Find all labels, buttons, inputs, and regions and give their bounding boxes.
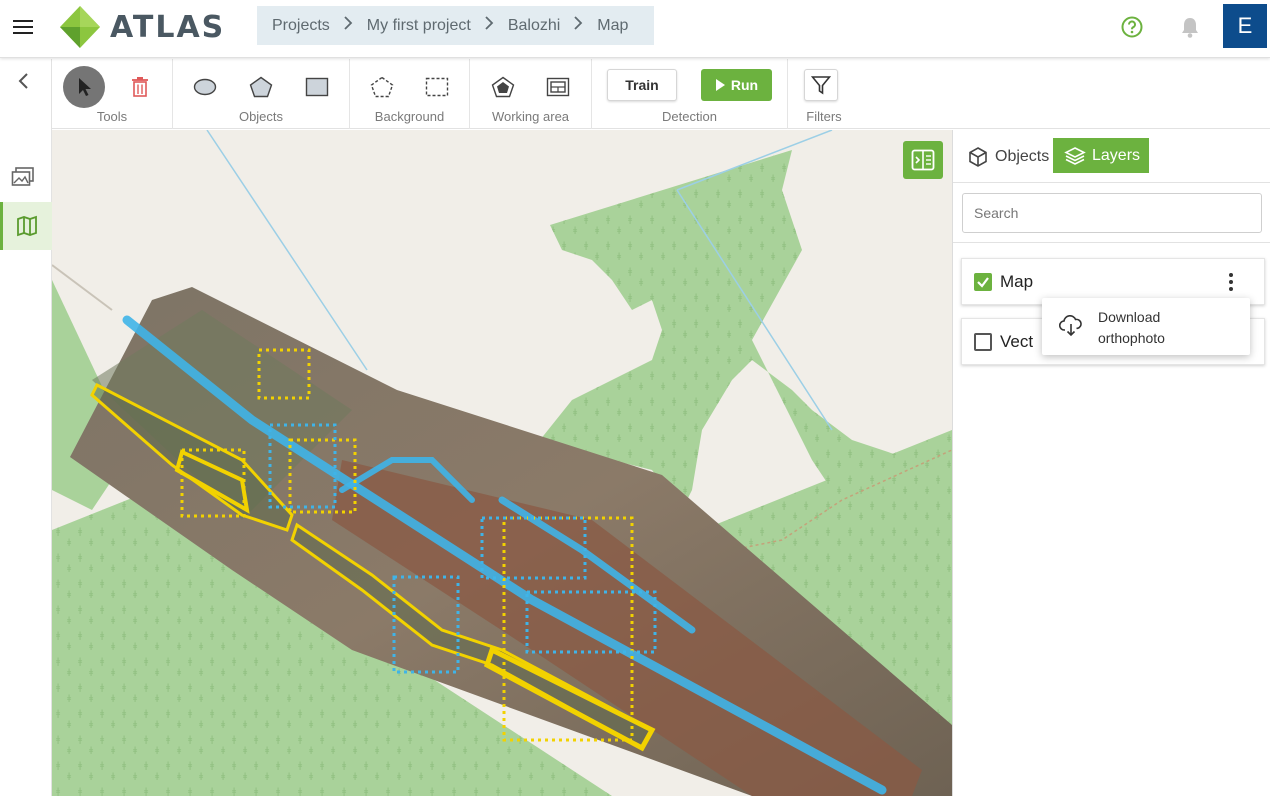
- toolbar-group-tools: Tools: [52, 59, 173, 129]
- user-avatar[interactable]: E: [1223, 4, 1267, 48]
- breadcrumb: Projects My first project Balozhi Map: [257, 6, 654, 45]
- working-area-polygon-button[interactable]: [483, 67, 523, 107]
- toolbar-group-label: Detection: [662, 109, 717, 124]
- layer-map-name: Map: [1000, 272, 1034, 291]
- breadcrumb-projects[interactable]: Projects: [272, 17, 330, 35]
- trash-icon: [132, 77, 148, 97]
- ellipse-tool-button[interactable]: [185, 67, 225, 107]
- toolbar-group-background: Background: [350, 59, 470, 129]
- sidebar-item-map[interactable]: [0, 202, 52, 250]
- background-rectangle-button[interactable]: [417, 67, 457, 107]
- layers-panel: Objects Layers Map Vect Download: [952, 130, 1270, 796]
- working-area-rectangle-button[interactable]: [538, 67, 578, 107]
- bell-icon[interactable]: [1179, 15, 1201, 39]
- panel-toggle-icon: [911, 149, 935, 171]
- toolbar-group-filters: Filters: [788, 59, 860, 129]
- train-button[interactable]: Train: [607, 69, 677, 101]
- download-label-line: Download: [1098, 309, 1161, 325]
- panel-tabs: Objects Layers: [953, 130, 1270, 183]
- images-icon[interactable]: [11, 166, 35, 188]
- filters-button[interactable]: [804, 69, 838, 101]
- layer-search-input[interactable]: [962, 193, 1262, 233]
- app-header: ATLAS Projects My first project Balozhi …: [0, 0, 1270, 58]
- background-polygon-button[interactable]: [362, 67, 402, 107]
- logo-diamond-icon: [60, 6, 100, 48]
- working-area-rectangle-icon: [546, 77, 570, 97]
- chevron-right-icon: [344, 16, 353, 35]
- check-icon: [977, 277, 989, 288]
- toolbar-group-detection: Train Run Detection: [592, 59, 788, 129]
- map-icon: [17, 215, 37, 237]
- toolbar-group-objects: Objects: [173, 59, 350, 129]
- run-label: Run: [730, 77, 759, 93]
- rectangle-icon: [305, 77, 329, 97]
- logo-text: ATLAS: [110, 10, 226, 45]
- toolbar: Tools Objects Background Working area Tr…: [52, 59, 1270, 129]
- map-view[interactable]: ǂ ǂ: [52, 130, 952, 796]
- app-logo[interactable]: ATLAS: [58, 4, 238, 50]
- help-icon[interactable]: [1120, 15, 1144, 39]
- toolbar-group-label: Filters: [806, 109, 842, 124]
- toolbar-group-label: Tools: [96, 109, 128, 124]
- cloud-download-icon: [1059, 315, 1082, 337]
- polygon-tool-button[interactable]: [241, 67, 281, 107]
- select-pointer-button[interactable]: [63, 66, 105, 108]
- breadcrumb-project[interactable]: My first project: [367, 17, 471, 35]
- tab-objects-label: Objects: [995, 147, 1050, 165]
- tab-layers[interactable]: Layers: [1053, 138, 1149, 173]
- ellipse-icon: [193, 78, 217, 96]
- chevron-right-icon: [485, 16, 494, 35]
- tab-layers-label: Layers: [1092, 146, 1141, 164]
- dashed-polygon-icon: [370, 76, 394, 98]
- chevron-left-icon[interactable]: [14, 71, 34, 91]
- breadcrumb-site[interactable]: Balozhi: [508, 17, 560, 35]
- tab-objects[interactable]: Objects: [967, 140, 1049, 173]
- download-orthophoto-menu-item[interactable]: Download orthophoto: [1042, 298, 1250, 355]
- filter-icon: [811, 76, 831, 95]
- dashed-rectangle-icon: [425, 77, 449, 97]
- run-button[interactable]: Run: [701, 69, 772, 101]
- polygon-icon: [249, 76, 273, 98]
- layer-map-checkbox[interactable]: [974, 273, 992, 291]
- layer-vector-checkbox[interactable]: [974, 333, 992, 351]
- cube-icon: [969, 146, 987, 167]
- layer-vector-name: Vect: [1000, 332, 1034, 351]
- more-vertical-icon[interactable]: [1226, 271, 1236, 293]
- download-orthophoto-label: Download orthophoto: [1098, 307, 1238, 349]
- rectangle-tool-button[interactable]: [297, 67, 337, 107]
- toolbar-group-working-area: Working area: [470, 59, 592, 129]
- working-area-polygon-icon: [491, 76, 515, 98]
- toolbar-group-label: Background: [374, 109, 445, 124]
- play-icon: [715, 79, 725, 91]
- toolbar-group-label: Working area: [491, 109, 570, 124]
- map-canvas: ǂ ǂ: [52, 130, 952, 796]
- cursor-icon: [79, 78, 91, 96]
- breadcrumb-map[interactable]: Map: [597, 17, 628, 35]
- download-label-line: orthophoto: [1098, 330, 1165, 346]
- toolbar-group-label: Objects: [238, 109, 284, 124]
- chevron-right-icon: [574, 16, 583, 35]
- layers-icon: [1064, 146, 1086, 165]
- divider: [953, 242, 1270, 243]
- delete-button[interactable]: [120, 67, 160, 107]
- panel-toggle-button[interactable]: [903, 141, 943, 179]
- left-rail: [0, 59, 52, 796]
- menu-icon[interactable]: [13, 18, 35, 36]
